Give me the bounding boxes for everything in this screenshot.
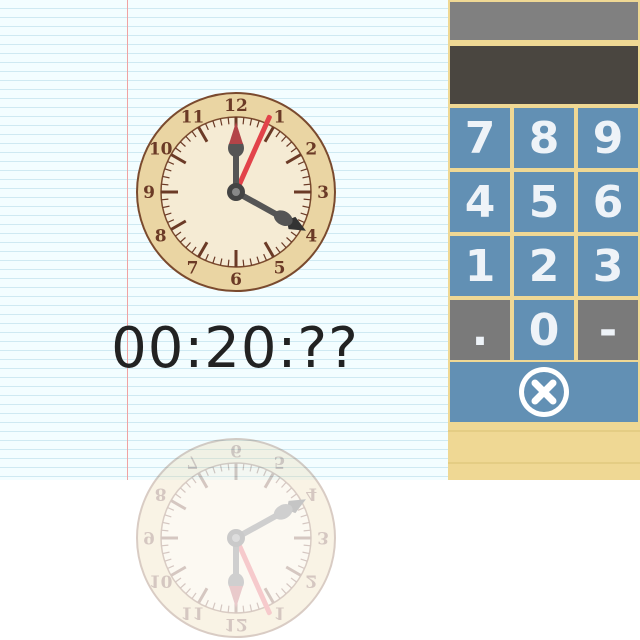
clock-numeral: 11 <box>181 602 205 622</box>
time-readout: 00:20:?? <box>111 316 359 381</box>
key-7[interactable]: 7 <box>450 108 510 168</box>
key-decimal[interactable]: . <box>450 300 510 360</box>
clock-numeral: 9 <box>143 183 155 203</box>
close-circle-icon <box>519 367 569 417</box>
minute-tick <box>242 605 245 613</box>
clock-numeral: 6 <box>230 270 242 290</box>
key-4[interactable]: 4 <box>450 172 510 232</box>
clock-numeral: 2 <box>305 571 317 591</box>
analog-clock: 12 12 3 45 6 78 9 10 11 <box>136 92 336 292</box>
clock-numeral: 12 <box>224 614 248 634</box>
clock-numeral: 1 <box>274 602 286 622</box>
clock-numeral: 8 <box>155 484 167 504</box>
clock-numeral: 11 <box>181 108 205 128</box>
minute-tick <box>303 529 311 532</box>
clock-numeral: 4 <box>305 227 317 247</box>
clock-numeral: 3 <box>317 183 329 203</box>
minute-tick <box>242 463 245 471</box>
clock-numeral: 8 <box>155 227 167 247</box>
clock-numeral: 6 <box>230 440 242 460</box>
minute-tick <box>161 529 169 532</box>
minute-tick <box>303 183 311 186</box>
key-8[interactable]: 8 <box>514 108 574 168</box>
clock-numeral: 10 <box>149 571 173 591</box>
clock-numeral: 3 <box>317 527 329 547</box>
minute-tick <box>242 117 245 125</box>
panel-header-bar <box>450 2 638 40</box>
panel-stripe <box>448 430 640 432</box>
notebook-paper: 12 1 2 3 4 5 6 7 8 9 10 11 12 1 2 3 4 5 6 7 8 9 10 11 00:20:?? <box>0 0 448 638</box>
minute-tick <box>303 544 311 547</box>
key-5[interactable]: 5 <box>514 172 574 232</box>
key-6[interactable]: 6 <box>578 172 638 232</box>
clear-button[interactable] <box>450 362 638 422</box>
key-3[interactable]: 3 <box>578 236 638 296</box>
clock-numeral: 7 <box>187 452 199 472</box>
clock-numeral: 1 <box>274 108 286 128</box>
margin-line <box>127 0 128 480</box>
clock-numeral: 12 <box>224 96 248 116</box>
minute-tick <box>303 198 311 201</box>
clock-numeral: 5 <box>274 452 286 472</box>
minute-tick <box>227 463 230 471</box>
panel-stripe <box>448 462 640 464</box>
key-0[interactable]: 0 <box>514 300 574 360</box>
clock-numeral: 9 <box>143 527 155 547</box>
minute-tick <box>227 605 230 613</box>
key-minus[interactable]: - <box>578 300 638 360</box>
minute-tick <box>242 259 245 267</box>
keypad-panel: 7 8 9 4 5 6 1 2 3 . 0 - <box>448 0 640 480</box>
minute-tick <box>161 198 169 201</box>
clock-numeral: 7 <box>187 258 199 278</box>
minute-tick <box>161 544 169 547</box>
key-1[interactable]: 1 <box>450 236 510 296</box>
answer-display <box>450 46 638 104</box>
clock-reflection: 12 12 3 45 6 78 9 10 11 <box>136 438 336 638</box>
key-9[interactable]: 9 <box>578 108 638 168</box>
clock-numeral: 2 <box>305 140 317 160</box>
minute-tick <box>227 117 230 125</box>
clock-numeral: 10 <box>149 140 173 160</box>
clock-numeral: 4 <box>305 484 317 504</box>
minute-tick <box>227 259 230 267</box>
minute-tick <box>161 183 169 186</box>
clock-numeral: 5 <box>274 258 286 278</box>
key-2[interactable]: 2 <box>514 236 574 296</box>
